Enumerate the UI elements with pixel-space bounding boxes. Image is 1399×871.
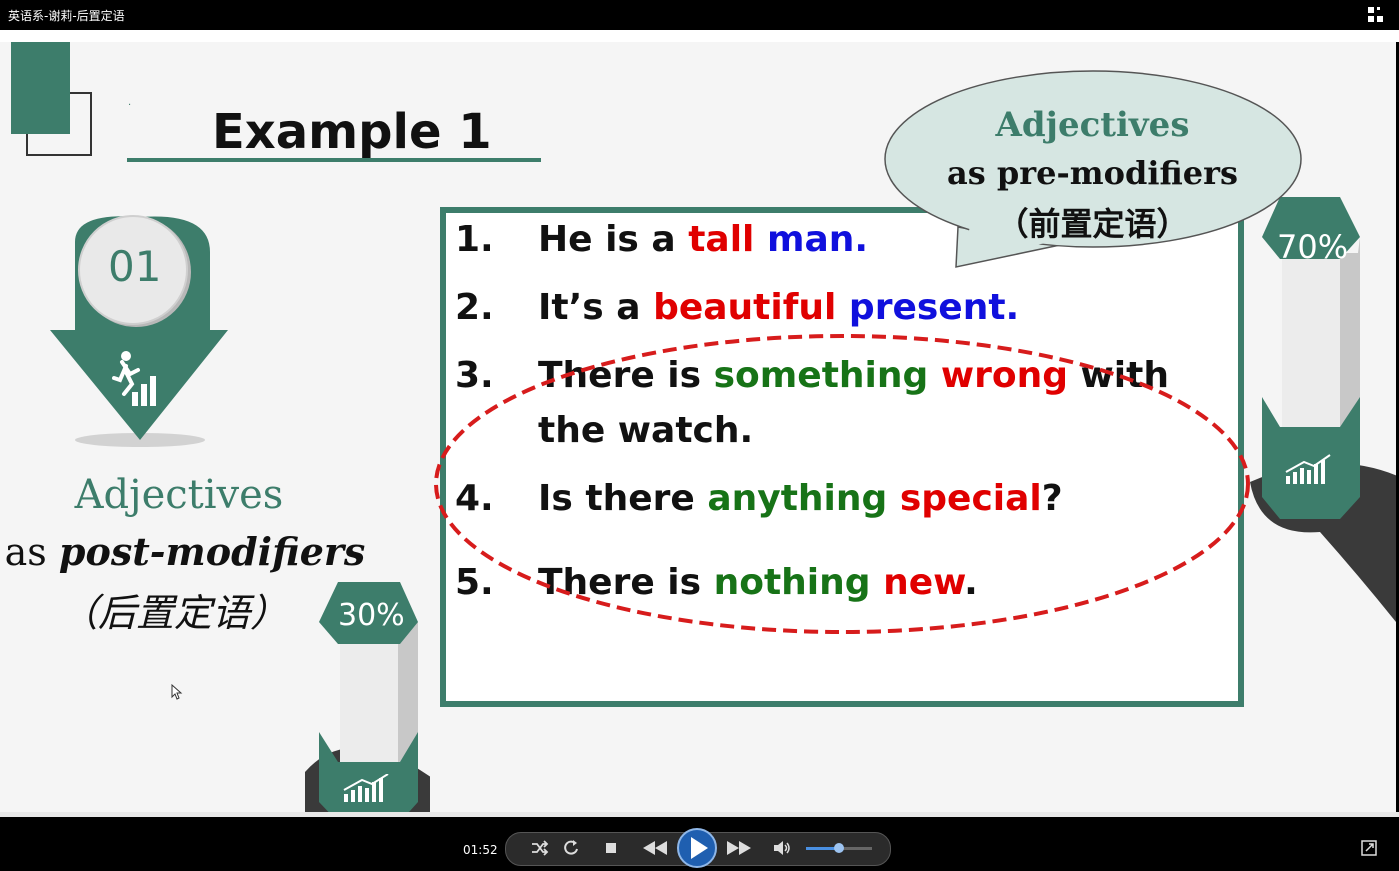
play-icon[interactable] — [676, 827, 718, 869]
growth-chart-icon — [343, 774, 389, 802]
sentence-2: It’s a beautiful present. — [538, 287, 1019, 328]
slide-canvas: . Example 1 01 Adjectives as post-modifi… — [0, 42, 1396, 817]
sentence-1: He is a tall man. — [538, 219, 868, 260]
heading-dot: . — [128, 97, 132, 108]
sentence-number-2: 2. — [455, 287, 494, 328]
post-modifier-subtitle: as post-modifiers — [0, 529, 370, 574]
volume-icon[interactable] — [773, 840, 791, 856]
sentence-text: It’s a — [538, 287, 654, 328]
repeat-icon[interactable] — [563, 839, 579, 857]
noun: man. — [766, 219, 869, 260]
corner-block-front — [11, 42, 70, 134]
post-modifier-emphasis: post-modifiers — [58, 529, 366, 574]
window-title: 英语系-谢莉-后置定语 — [8, 9, 125, 23]
stop-icon[interactable] — [606, 843, 616, 853]
shuffle-icon[interactable] — [531, 840, 549, 856]
left-percent-label: 30% — [338, 598, 405, 633]
heading-underline — [127, 158, 541, 162]
highlight-ellipse — [434, 334, 1250, 634]
noun: present. — [848, 287, 1020, 328]
volume-slider[interactable] — [806, 843, 872, 853]
sentence-number-1: 1. — [455, 219, 494, 260]
page-title: Example 1 — [212, 104, 492, 160]
climbing-stairs-icon — [112, 351, 156, 406]
slide-top-strip — [0, 30, 1399, 42]
time-display: 01:52 — [463, 843, 498, 857]
adjective: tall — [688, 219, 755, 260]
adjective: beautiful — [653, 287, 837, 328]
rewind-icon[interactable] — [643, 841, 667, 855]
pre-modifier-chinese: （前置定语） — [996, 205, 1189, 243]
volume-knob[interactable] — [834, 843, 844, 853]
post-modifier-chinese: （后置定语） — [60, 591, 289, 635]
pre-modifier-subtitle: as pre-modifiers — [947, 154, 1238, 192]
badge-number: 01 — [108, 242, 162, 291]
player-controls: 01:52 — [0, 817, 1399, 871]
layout-grid-icon[interactable] — [1366, 5, 1386, 25]
post-modifier-prefix: as — [4, 530, 59, 574]
post-modifier-title: Adjectives — [74, 472, 284, 518]
sentence-text: He is a — [538, 219, 689, 260]
fast-forward-icon[interactable] — [727, 841, 751, 855]
pre-modifier-title: Adjectives — [995, 105, 1190, 145]
title-bar: 英语系-谢莉-后置定语 — [0, 0, 1399, 30]
fullscreen-icon[interactable] — [1361, 840, 1377, 856]
mouse-cursor-icon — [171, 684, 183, 700]
growth-chart-icon-right — [1285, 454, 1331, 484]
